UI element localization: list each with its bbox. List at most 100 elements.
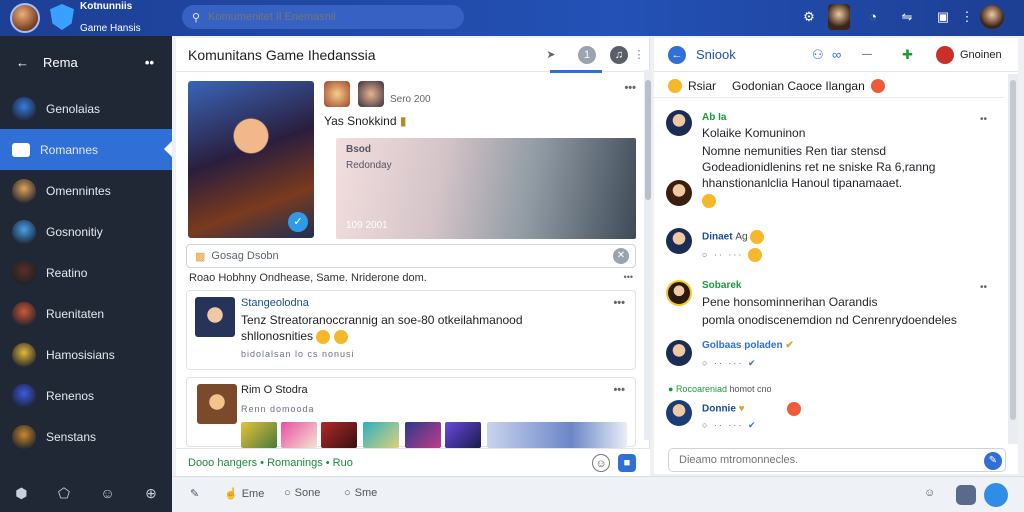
post-author[interactable]: Rim O Stodra [241,384,308,396]
more-icon[interactable]: •• [145,55,154,70]
app-logo-avatar[interactable] [10,3,40,33]
profile-avatar[interactable] [828,4,850,30]
add-icon[interactable]: ⊕ [145,485,157,502]
apps-icon[interactable] [956,485,976,505]
users-icon[interactable]: ⚇ [812,47,824,63]
chat-input-box[interactable]: ✎ [668,448,1006,472]
message-author[interactable]: Rocoareniad [676,384,727,394]
active-tab-indicator [550,70,602,73]
sidebar-item[interactable]: Hamosisians [0,334,172,375]
share-button[interactable]: ○ Sme [344,487,377,499]
sidebar-item-label: Omennintes [46,183,111,198]
post-card[interactable]: Rim O Stodra Renn domooda ••• [186,377,636,448]
message-avatar[interactable] [666,340,692,366]
sidebar-item-label: Romannes [40,142,99,157]
game-thumb[interactable] [281,422,317,448]
emoji-icon[interactable]: ☺ [592,454,610,472]
clock-icon[interactable]: ◔ [864,8,882,26]
comment-icon: ○ [284,487,291,499]
thumbs-up-icon: ☝ [224,488,238,500]
game-thumb[interactable] [363,422,399,448]
emoji-glyph [702,193,716,208]
sidebar-item[interactable]: Ruenitaten [0,293,172,334]
card-preview-image[interactable]: Bsod Redonday 109 2001 [336,138,636,239]
compose-icon[interactable]: ✎ [190,487,199,500]
back-icon[interactable]: ← [668,45,686,64]
more-icon[interactable]: ••• [624,82,636,94]
like-button[interactable]: ☝ Eme [224,487,264,501]
game-thumb[interactable] [324,81,350,107]
game-thumb[interactable] [358,81,384,107]
post-input[interactable]: ▩ Gosag Dsobn ✕ [186,244,636,268]
message-author[interactable]: Dinaet [702,232,733,243]
channel-icon[interactable] [936,45,954,64]
game-thumb[interactable] [241,422,277,448]
post-card[interactable]: Stangeolodna Tenz Streatoranoccrannig an… [186,290,636,370]
pinned-message[interactable]: Rsiar Godonian Caoce Ilangan [654,74,1004,98]
more-icon[interactable]: ••• [624,272,633,282]
sidebar-item[interactable]: Renenos [0,375,172,416]
game-thumb[interactable] [445,422,481,448]
message-author[interactable]: Sobarek [702,280,741,291]
settings-icon[interactable]: ⚙ [800,8,818,26]
more-icon[interactable]: ••• [613,384,625,396]
image-icon[interactable]: ▣ [934,8,952,26]
plus-icon[interactable]: ✚ [902,47,913,63]
more-icon[interactable]: •• [980,282,987,293]
message-avatar[interactable] [666,110,692,136]
home-icon[interactable]: ⬢ [15,485,27,502]
game-thumb[interactable] [321,422,357,448]
search-input[interactable] [208,11,449,23]
chat-input[interactable] [679,454,969,466]
more-icon[interactable]: •• [980,114,987,125]
feed-scrollbar[interactable] [644,70,652,440]
message-author[interactable]: Golbaas [702,340,741,351]
link-icon[interactable]: ⇋ [898,8,916,26]
infinity-icon[interactable]: ∞ [832,47,841,62]
channel-name[interactable]: Gnoinen [960,49,1002,61]
more-vertical-icon[interactable]: ⋮ [630,46,648,64]
count-badge[interactable]: 1 [578,46,596,64]
sidebar-item[interactable]: Gosnonitiy [0,211,172,252]
sidebar-item[interactable]: Genolaias [0,88,172,129]
comment-button[interactable]: ○ Sone [284,487,320,499]
banner-image[interactable] [487,422,627,448]
search-bar[interactable]: ⚲ [182,5,464,29]
game-thumb[interactable] [405,422,441,448]
message-text: pomla onodiscenemdion nd Cenrenrydoendel… [702,313,957,327]
chat-icon[interactable]: ⬠ [58,485,70,502]
pin-icon[interactable]: ➤ [542,46,560,64]
app-title: Kotnunniis Game Hansis [80,1,141,34]
chat-scrollbar[interactable] [1008,74,1018,444]
sidebar-item-label: Senstans [46,429,97,444]
send-icon[interactable]: ■ [618,454,636,472]
more-icon[interactable]: ••• [613,297,625,309]
verified-icon: ✓ [288,212,308,232]
sidebar-title: Rema [43,54,78,70]
message-avatar[interactable] [666,180,692,206]
back-arrow-icon[interactable]: ← [16,55,29,70]
sidebar-item[interactable]: Omennintes [0,170,172,211]
message-author[interactable]: Ab Ia [702,112,726,123]
music-icon[interactable]: ♫ [610,46,628,64]
message-author[interactable]: Donnie [702,404,736,415]
attach-icon[interactable]: ▩ [195,250,205,263]
message-avatar[interactable] [666,228,692,254]
send-icon[interactable]: ✎ [984,452,1002,470]
message-avatar[interactable] [666,280,692,306]
sidebar-item[interactable]: Reatino [0,252,172,293]
emoji-icon[interactable]: ☺ [924,487,935,499]
message-meta: homot cno [729,384,772,394]
message-avatar[interactable] [666,400,692,426]
featured-card[interactable]: ✓ Sero 200 Yas Snokkind ▮ Bsod Redonday … [186,78,640,242]
post-avatar[interactable] [197,384,237,424]
post-avatar[interactable] [195,297,235,337]
sidebar-item[interactable]: Senstans [0,416,172,457]
profile-icon[interactable] [984,483,1008,507]
sidebar-item[interactable]: Romannes [0,129,172,170]
post-author[interactable]: Stangeolodna [241,297,309,309]
emoji-icon[interactable]: ☺ [100,485,114,501]
more-vertical-icon[interactable]: ⋮ [958,8,976,26]
close-icon[interactable]: ✕ [613,248,629,264]
user-avatar[interactable] [980,5,1004,29]
